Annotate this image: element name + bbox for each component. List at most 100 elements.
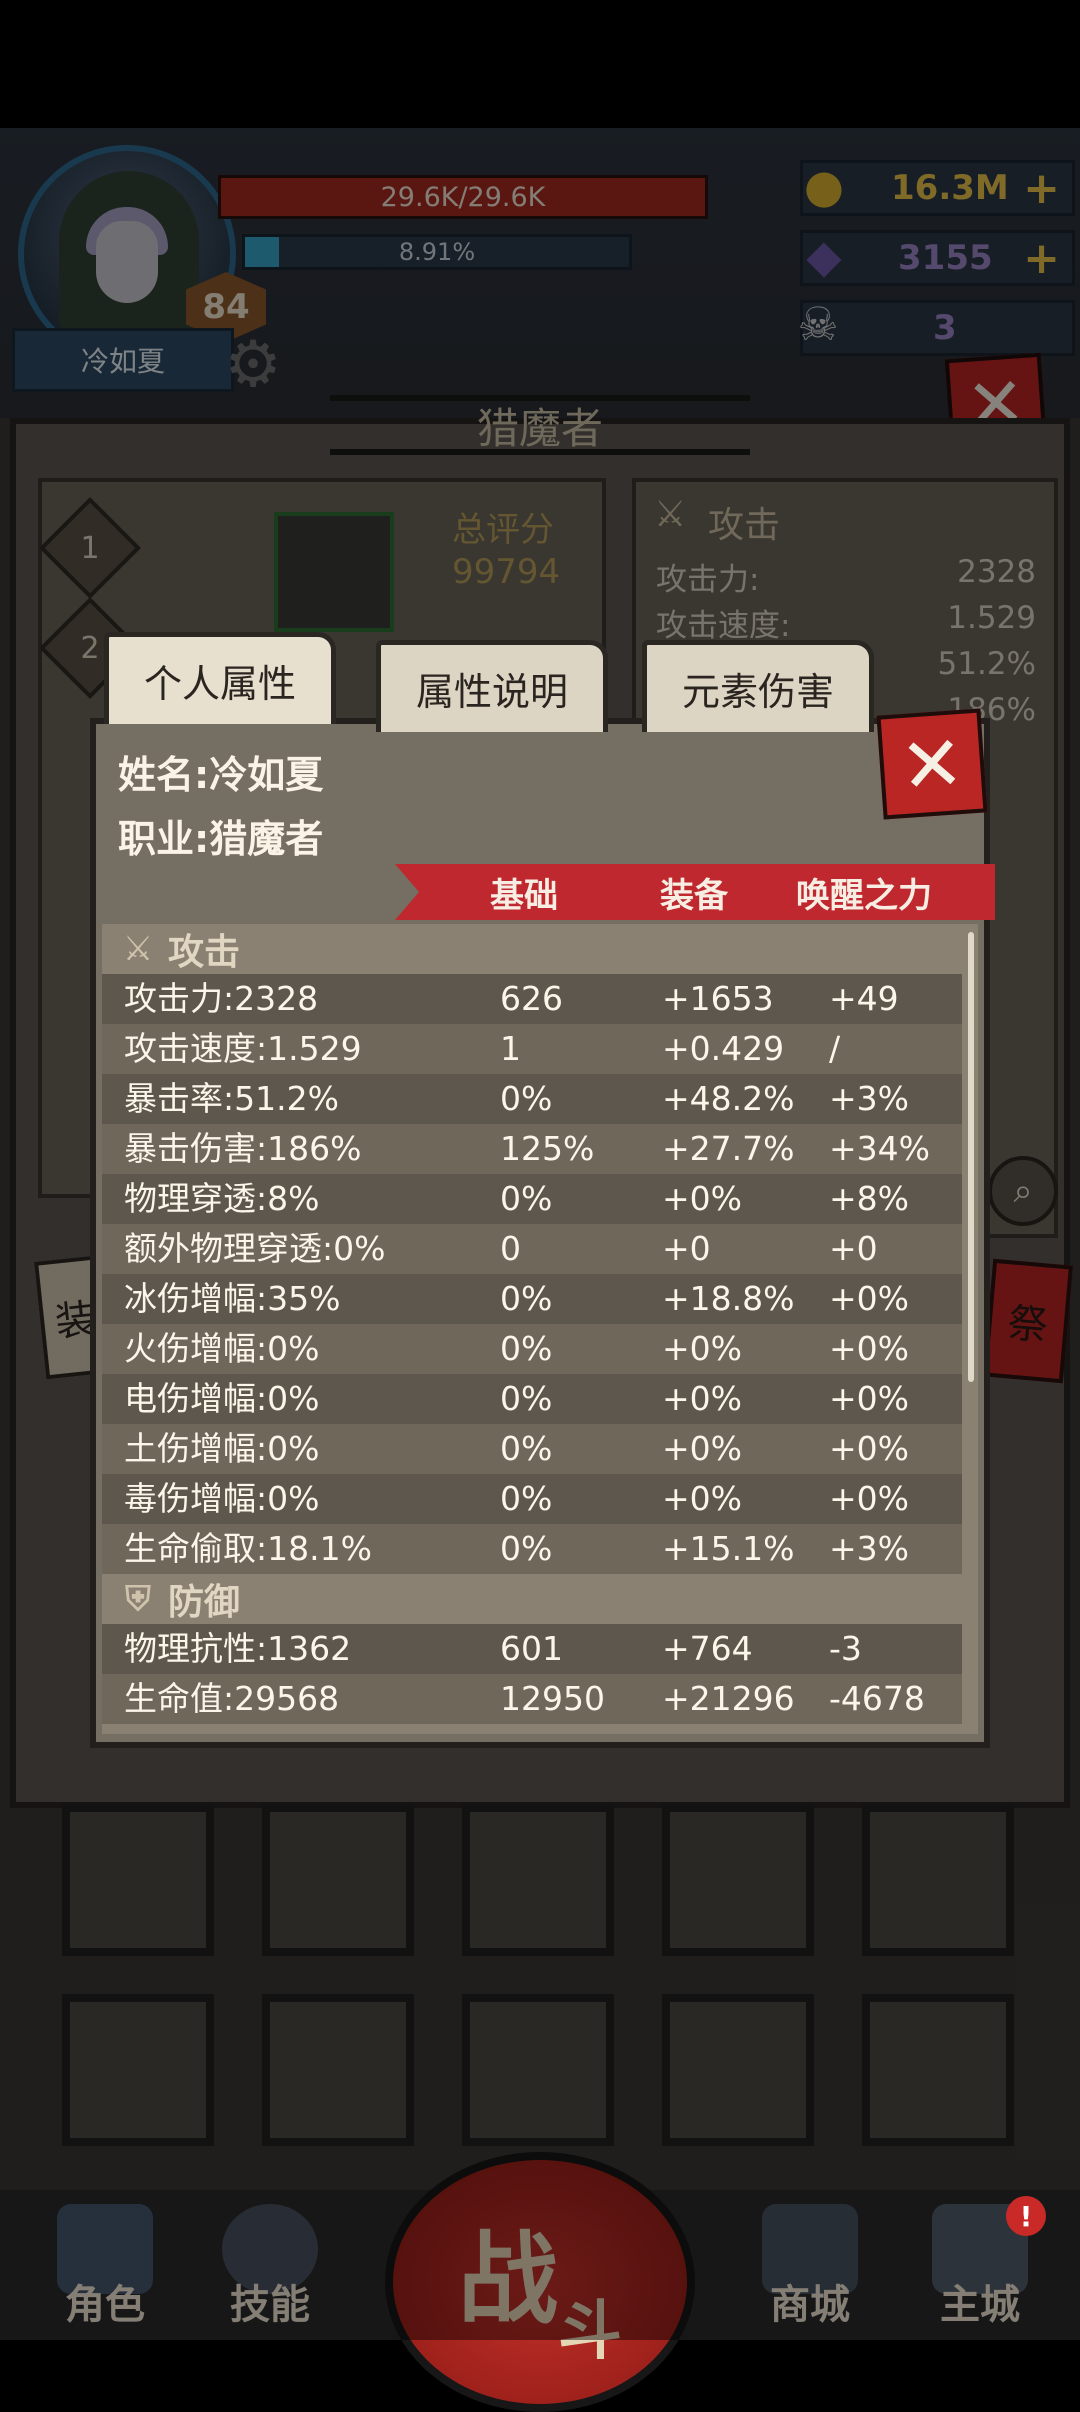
name-line: 姓名:冷如夏 — [118, 744, 323, 799]
stat-value-cell: +0% — [829, 1479, 910, 1518]
inventory-slot[interactable] — [462, 1804, 614, 1956]
inventory-slot[interactable] — [62, 1994, 214, 2146]
table-row: 暴击伤害:186% 125% +27.7% +34% — [102, 1124, 962, 1174]
stat-name-cell: 攻击力:2328 — [124, 979, 319, 1018]
stat-value-cell: -3 — [829, 1629, 862, 1668]
gold-coin-icon: ● — [803, 159, 845, 213]
stat-name-cell: 暴击伤害:186% — [124, 1129, 362, 1168]
stat-name-cell: 物理穿透:8% — [124, 1179, 320, 1218]
table-scrollbar[interactable] — [968, 932, 974, 1382]
hp-text: 29.6K/29.6K — [380, 181, 546, 213]
player-name: 冷如夏 — [12, 328, 234, 392]
nav-character[interactable]: 角色 — [40, 2200, 170, 2330]
stat-value-cell: +0% — [829, 1329, 910, 1368]
column-header-awakening: 唤醒之力 — [796, 875, 932, 916]
stat-value-cell: +3% — [829, 1529, 910, 1568]
hp-bar: 29.6K/29.6K — [218, 175, 708, 219]
stat-value-cell: 0% — [500, 1479, 553, 1518]
inventory-slot[interactable] — [262, 1804, 414, 1956]
stat-value-cell: +21296 — [662, 1679, 795, 1718]
add-gems-button[interactable]: + — [1023, 233, 1060, 284]
total-score-label: 总评分 — [452, 510, 554, 550]
total-score-value: 99794 — [452, 552, 561, 592]
stat-value-cell: +764 — [662, 1629, 753, 1668]
table-row: 物理抗性:1362 601 +764 -3 — [102, 1624, 962, 1674]
tab-elemental-damage[interactable]: 元素伤害 — [642, 640, 874, 732]
stat-value-cell: 0% — [500, 1179, 553, 1218]
inventory-slot[interactable] — [662, 1994, 814, 2146]
table-row: 攻击速度:1.529 1 +0.429 / — [102, 1024, 962, 1074]
table-row: 生命偷取:18.1% 0% +15.1% +3% — [102, 1524, 962, 1574]
inventory-slot[interactable] — [662, 1804, 814, 1956]
magnifier-icon[interactable]: ⌕ — [988, 1156, 1058, 1226]
column-header-equipment: 装备 — [660, 875, 728, 916]
summary-row: 攻击力: 2328 — [656, 554, 1036, 598]
tab-personal-attributes[interactable]: 个人属性 — [104, 632, 336, 724]
add-gold-button[interactable]: + — [1023, 163, 1060, 214]
table-row: 生命值:29568 12950 +21296 -4678 — [102, 1674, 962, 1724]
xp-bar: 8.91% — [242, 234, 632, 270]
stat-value-cell: -4678 — [829, 1679, 925, 1718]
stat-value-cell: +0% — [662, 1379, 743, 1418]
class-value: 猎魔者 — [209, 817, 324, 861]
stat-value-cell: +34% — [829, 1129, 930, 1168]
stat-value-cell: 0 — [500, 1229, 521, 1268]
stat-value-cell: 1 — [500, 1029, 521, 1068]
stat-value-cell: +0% — [662, 1479, 743, 1518]
stat-name-cell: 物理抗性:1362 — [124, 1629, 352, 1668]
stat-name-cell: 攻击速度:1.529 — [124, 1029, 362, 1068]
stat-value-cell: +18.8% — [662, 1279, 795, 1318]
stat-value-cell: +48.2% — [662, 1079, 795, 1118]
stat-value-cell: +0 — [662, 1229, 711, 1268]
table-row: 电伤增幅:0% 0% +0% +0% — [102, 1374, 962, 1424]
stat-value-cell: +0% — [829, 1429, 910, 1468]
inventory-slot[interactable] — [262, 1994, 414, 2146]
table-row: 土伤增幅:0% 0% +0% +0% — [102, 1424, 962, 1474]
stat-value-cell: +0% — [662, 1429, 743, 1468]
crossed-swords-icon: ⚔ — [654, 494, 687, 535]
skull-portrait-icon[interactable] — [274, 512, 394, 632]
shield-icon: ⛨ — [125, 1579, 151, 1619]
name-value: 冷如夏 — [209, 753, 324, 797]
stat-value-cell: +0% — [829, 1279, 910, 1318]
stat-value-cell: 601 — [500, 1629, 563, 1668]
tab-attribute-description[interactable]: 属性说明 — [376, 640, 608, 732]
stat-value-cell: 0% — [500, 1529, 553, 1568]
close-modal-button[interactable]: ✕ — [876, 708, 988, 820]
slot-1-label[interactable]: 1 — [54, 512, 126, 584]
stat-name-cell: 电伤增幅:0% — [124, 1379, 320, 1418]
section-header: ⚔ 攻击 — [102, 924, 962, 974]
sacrifice-side-tab[interactable]: 祭 — [983, 1258, 1073, 1384]
stat-name-cell: 火伤增幅:0% — [124, 1329, 320, 1368]
crossed-swords-icon: ⚔ — [122, 929, 154, 969]
table-row: 冰伤增幅:35% 0% +18.8% +0% — [102, 1274, 962, 1324]
gold-amount: 16.3M — [891, 168, 1009, 208]
nav-skills[interactable]: 技能 — [205, 2200, 335, 2330]
stat-value-cell: +3% — [829, 1079, 910, 1118]
stat-value-cell: / — [829, 1029, 841, 1068]
table-row: 物理穿透:8% 0% +0% +8% — [102, 1174, 962, 1224]
stat-name-cell: 生命偷取:18.1% — [124, 1529, 372, 1568]
stat-value-cell: +1653 — [662, 979, 774, 1018]
section-title: 防御 — [168, 1582, 241, 1623]
settings-gear-icon[interactable]: ⚙ — [218, 330, 288, 400]
page-title: 猎魔者 — [330, 385, 750, 465]
inventory-slot[interactable] — [462, 1994, 614, 2146]
nav-shop[interactable]: 商城 — [740, 2200, 880, 2330]
inventory-slot[interactable] — [862, 1804, 1014, 1956]
stat-name-cell: 暴击率:51.2% — [124, 1079, 339, 1118]
nav-battle-button[interactable]: 战 斗 — [385, 2152, 695, 2412]
inventory-slot[interactable] — [862, 1994, 1014, 2146]
table-row: 额外物理穿透:0% 0 +0 +0 — [102, 1224, 962, 1274]
attack-summary-title: 攻击 — [708, 505, 781, 546]
stat-value-cell: 0% — [500, 1329, 553, 1368]
table-row: 暴击率:51.2% 0% +48.2% +3% — [102, 1074, 962, 1124]
attribute-table[interactable]: ⚔ 攻击 攻击力:2328 626 +1653 +49 攻击速度:1.529 1 +0.429 /… — [102, 924, 978, 1734]
stat-value-cell: 12950 — [500, 1679, 605, 1718]
stat-value-cell: +0.429 — [662, 1029, 785, 1068]
stat-name-cell: 冰伤增幅:35% — [124, 1279, 341, 1318]
stat-value-cell: 0% — [500, 1379, 553, 1418]
stat-value-cell: 125% — [500, 1129, 595, 1168]
inventory-slot[interactable] — [62, 1804, 214, 1956]
class-line: 职业:猎魔者 — [118, 808, 323, 863]
